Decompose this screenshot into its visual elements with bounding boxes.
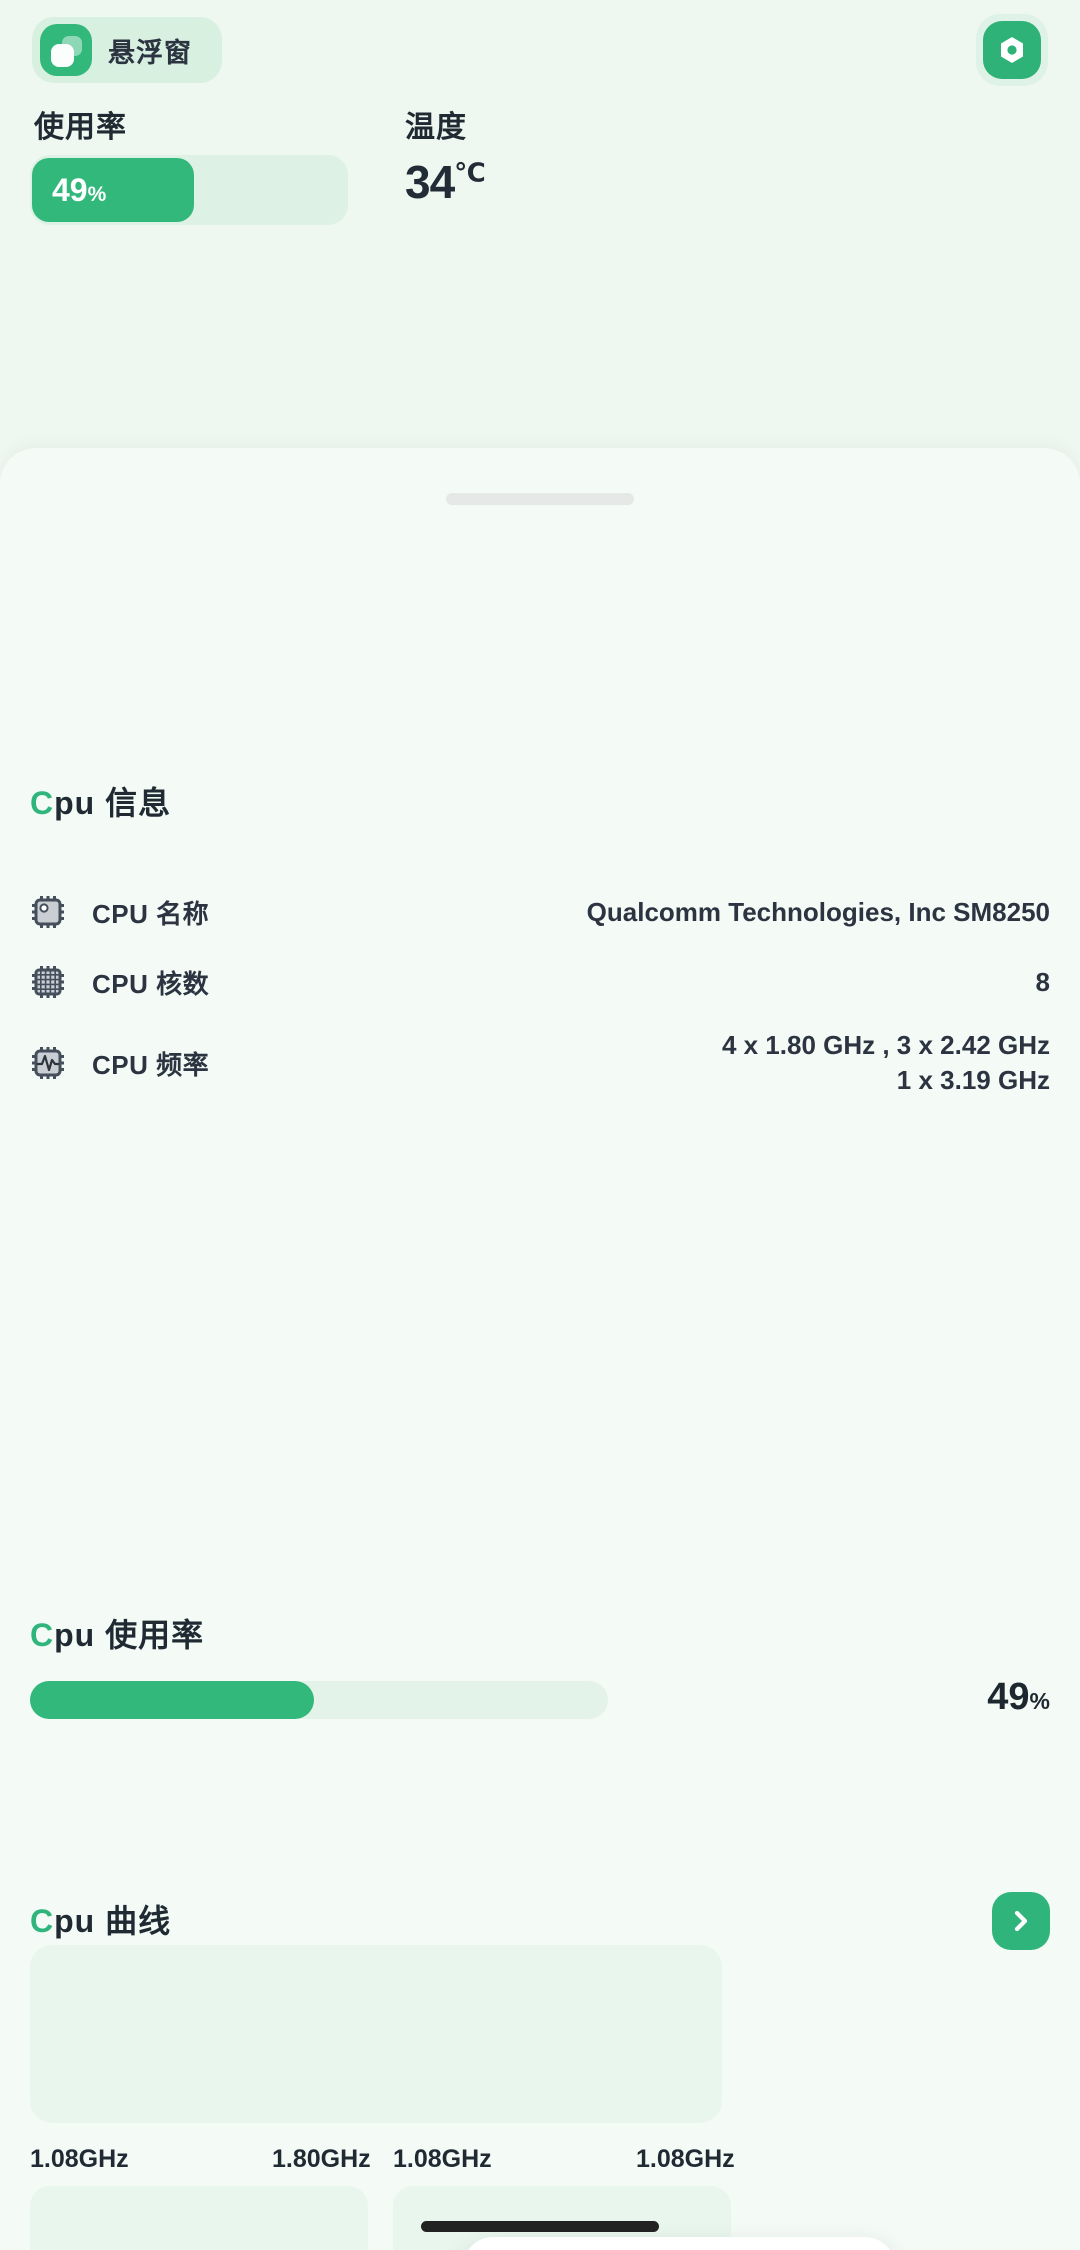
info-label-cpu-cores: CPU 核数: [92, 968, 210, 999]
temperature-mini-sparkline: [408, 224, 712, 296]
cpu-total-percent-value: 49: [987, 1676, 1030, 1718]
info-label-cpu-name: CPU 名称: [92, 898, 210, 929]
cpu-usage-title-prefix: C: [30, 1617, 55, 1653]
info-value-cpu-freq: 4 x 1.80 GHz , 3 x 2.42 GHz 1 x 3.19 GHz: [721, 1030, 1050, 1095]
cpu-curve-title-prefix: C: [30, 1903, 55, 1939]
chip-dot-icon: [30, 894, 66, 930]
chevron-right-icon: [1014, 1910, 1028, 1932]
temperature-value: 34℃: [405, 155, 486, 209]
floating-window-button[interactable]: 悬浮窗: [32, 17, 222, 83]
usage-percent-value: 49: [52, 171, 88, 208]
cpu-total-progress-fill: [30, 1681, 314, 1719]
gear-nut-icon: [983, 21, 1041, 79]
info-value-cpu-cores: 8: [1035, 966, 1050, 997]
curve-label-2: 1.08GHz: [393, 2145, 492, 2173]
usage-mini-bar-chart: [162, 236, 342, 292]
floating-window-icon: [40, 24, 92, 76]
temperature-title-block: 温度: [405, 102, 467, 146]
main-sheet: Cpu 信息 CPU 名称 Qualcomm Technologies, Inc…: [0, 448, 1080, 2250]
cpu-total-curve-chart[interactable]: [30, 1945, 722, 2123]
cpu-curve-title: Cpu 曲线: [30, 1896, 171, 1942]
cpu-info-title-rest: pu 信息: [54, 785, 172, 821]
cpu-usage-title: Cpu 使用率: [30, 1610, 204, 1656]
usage-title: 使用率: [34, 111, 127, 144]
cpu-info-title-prefix: C: [30, 785, 55, 821]
app-root: 悬浮窗 使用率 温度 49% 34℃ Cpu 信息 CPU 名称 Qualcom…: [0, 0, 1080, 2250]
temperature-number: 34: [405, 156, 455, 208]
cpu-total-percent: 49%: [987, 1676, 1050, 1719]
usage-percent-unit: %: [87, 182, 107, 206]
usage-title-block: 使用率: [34, 102, 127, 146]
info-row-cpu-cores: CPU 核数 8: [30, 958, 1050, 1006]
chip-pulse-icon: [30, 1045, 66, 1081]
cpu-total-percent-unit: %: [1029, 1688, 1050, 1714]
info-label-cpu-freq: CPU 频率: [92, 1049, 210, 1080]
temperature-title: 温度: [405, 111, 467, 144]
cpu-curve-more-button[interactable]: [992, 1892, 1050, 1950]
summary-header: 悬浮窗 使用率 温度 49% 34℃: [0, 0, 1080, 448]
chip-grid-icon: [30, 964, 66, 1000]
temperature-float-card[interactable]: 温度 34°: [463, 2237, 895, 2250]
info-value-cpu-name: Qualcomm Technologies, Inc SM8250: [586, 896, 1050, 927]
home-indicator: [421, 2221, 659, 2232]
temperature-unit: ℃: [454, 157, 486, 188]
sheet-drag-handle[interactable]: [446, 493, 634, 505]
curve-label-3: 1.08GHz: [636, 2145, 735, 2173]
cpu1-curve-chart[interactable]: [30, 2186, 368, 2250]
info-row-cpu-name: CPU 名称 Qualcomm Technologies, Inc SM8250: [30, 888, 1050, 936]
info-row-cpu-freq: CPU 频率 4 x 1.80 GHz , 3 x 2.42 GHz 1 x 3…: [30, 1028, 1050, 1098]
cpu-curve-title-rest: pu 曲线: [54, 1903, 172, 1939]
curve-label-0: 1.08GHz: [30, 2145, 129, 2173]
cpu-info-title: Cpu 信息: [30, 778, 171, 824]
curve-label-1: 1.80GHz: [272, 2145, 371, 2173]
floating-window-label: 悬浮窗: [108, 37, 192, 68]
cpu-usage-title-rest: pu 使用率: [54, 1617, 205, 1653]
usage-progress-fill: 49%: [32, 158, 194, 222]
settings-button[interactable]: [976, 14, 1048, 86]
